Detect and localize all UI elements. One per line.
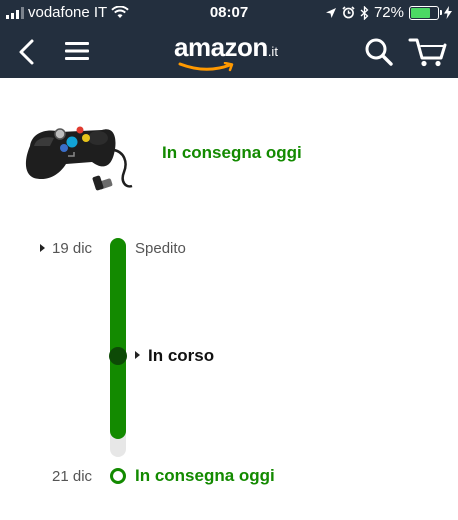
- nav-bar: amazon.it: [0, 26, 458, 78]
- amazon-logo[interactable]: amazon.it: [174, 32, 294, 72]
- bluetooth-icon: [360, 5, 369, 20]
- expand-arrow-icon[interactable]: [40, 244, 45, 252]
- status-bar: vodafone IT 08:07 72%: [0, 0, 458, 26]
- shipped-label: Spedito: [135, 240, 186, 257]
- delivery-today-label: In consegna oggi: [135, 466, 275, 485]
- search-icon[interactable]: [364, 37, 394, 67]
- progress-fill: [110, 238, 126, 440]
- current-position-dot: [109, 347, 127, 365]
- battery-icon: [409, 5, 442, 20]
- menu-icon[interactable]: [64, 39, 90, 63]
- status-right: 72%: [325, 4, 452, 21]
- battery-percent: 72%: [373, 4, 404, 21]
- expand-arrow-icon[interactable]: [135, 351, 140, 359]
- start-date: 19 dic: [52, 240, 93, 257]
- smile-icon: [178, 62, 234, 72]
- logo-word: amazon: [174, 32, 268, 62]
- delivery-status: In consegna oggi: [162, 143, 302, 162]
- gamepad-controller-image[interactable]: [20, 112, 144, 198]
- app-root: vodafone IT 08:07 72% amazon.it In conse…: [0, 0, 458, 520]
- destination-dot: [110, 468, 126, 484]
- location-icon: [325, 7, 336, 18]
- back-icon[interactable]: [14, 38, 40, 66]
- charging-icon: [444, 6, 452, 19]
- in-progress-label: In corso: [148, 346, 215, 365]
- cart-icon[interactable]: [408, 36, 448, 68]
- end-date: 21 dic: [52, 468, 93, 485]
- logo-tld: .it: [267, 44, 278, 59]
- alarm-icon: [342, 6, 355, 19]
